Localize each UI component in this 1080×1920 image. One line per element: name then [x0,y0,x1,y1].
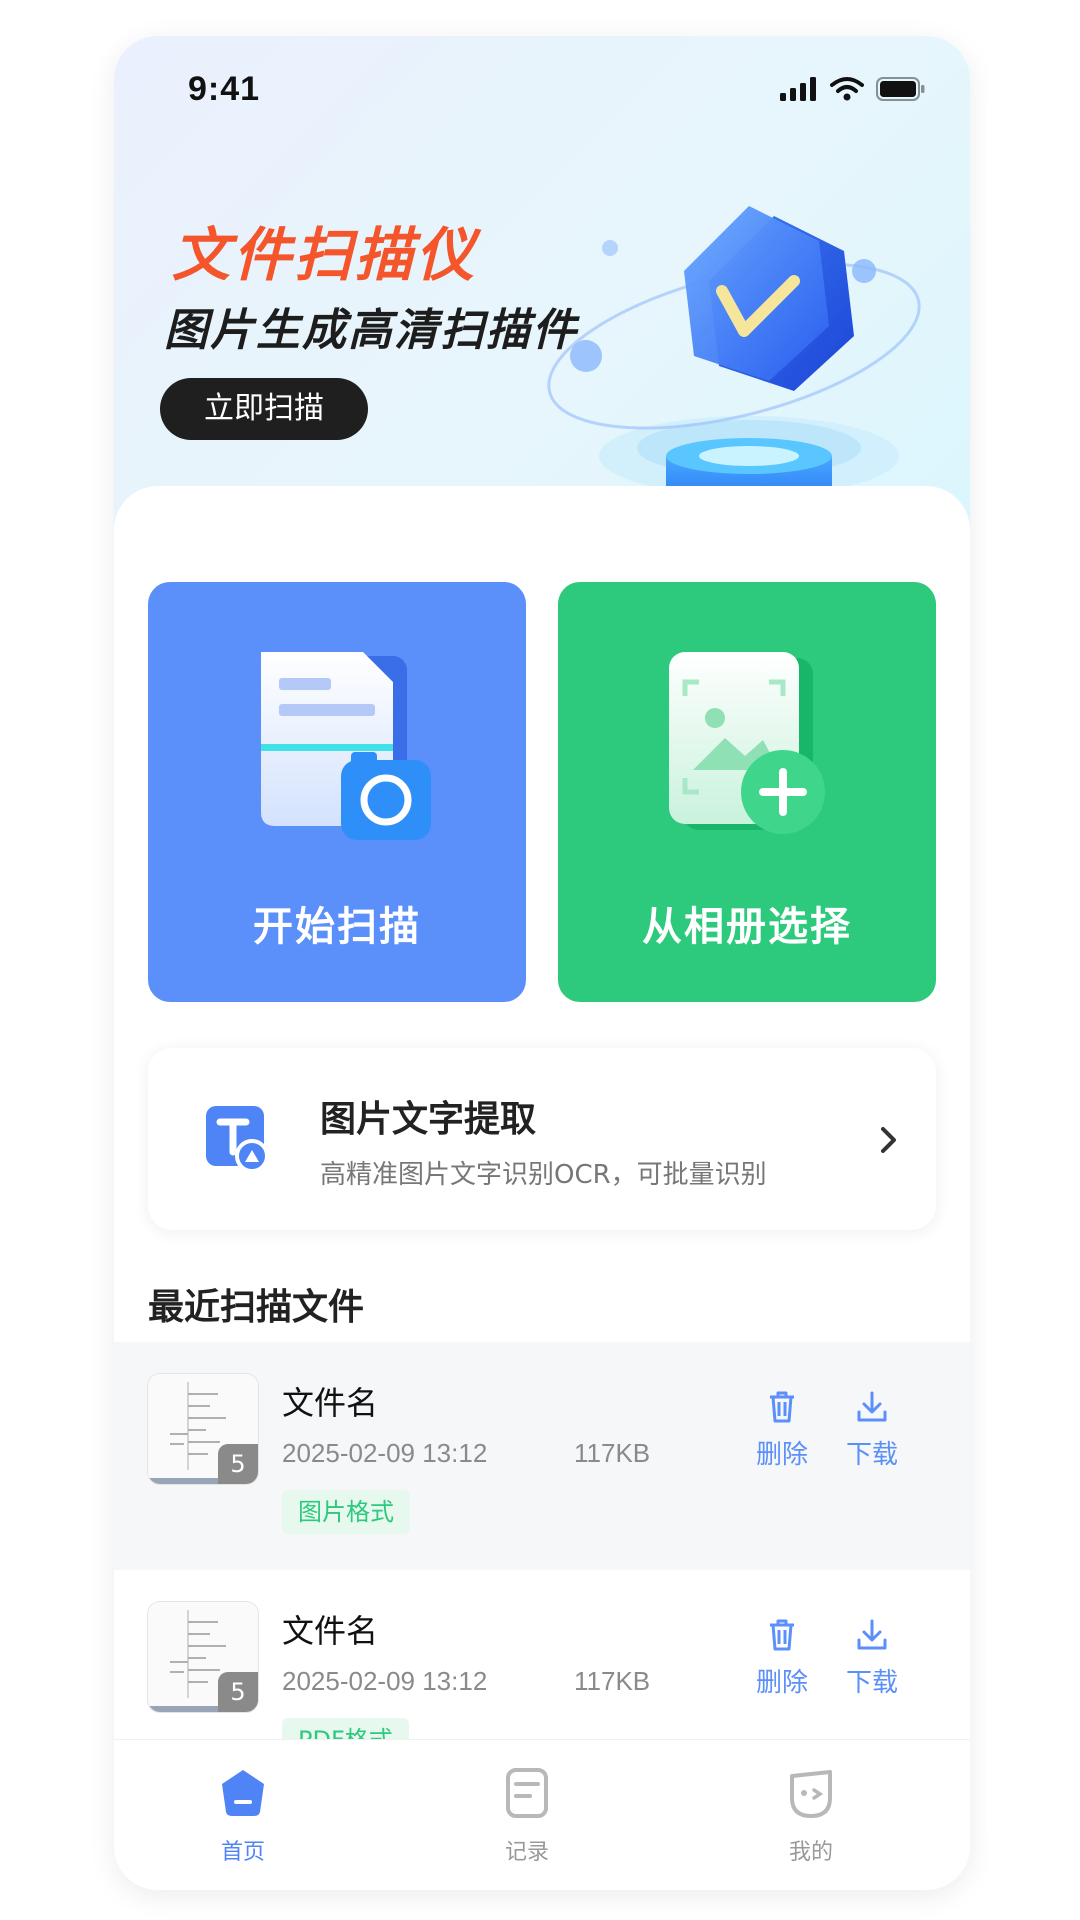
phone-screen: 9:41 文件扫描仪 图片生成高清扫描件 立即扫描 开始扫描 从相册选择 图片文… [114,36,970,1890]
download-button[interactable]: 下载 [837,1390,907,1471]
download-label: 下载 [845,1668,898,1698]
tab-home[interactable]: 首页 [183,1766,303,1866]
delete-label: 删除 [755,1440,808,1470]
start-scan-label: 开始扫描 [253,904,421,950]
tab-home-label: 首页 [220,1840,265,1865]
download-icon [857,1391,887,1422]
file-format-tag: 图片格式 [282,1490,410,1534]
hero-title: 文件扫描仪 [172,221,478,289]
ocr-title: 图片文字提取 [320,1099,537,1140]
ocr-description: 高精准图片文字识别OCR，可批量识别 [320,1160,767,1190]
delete-button[interactable]: 删除 [747,1618,817,1699]
download-icon [857,1619,887,1650]
file-name: 文件名 [282,1384,379,1422]
hero-subtitle: 图片生成高清扫描件 [164,305,578,356]
trash-icon [770,1619,794,1651]
text-extract-icon [206,1106,269,1172]
file-list-item[interactable]: 5 文件名 2025-02-09 13:12 117KB 图片格式 删除 下载 [114,1342,970,1570]
tab-mine-label: 我的 [788,1840,833,1865]
choose-album-label: 从相册选择 [642,904,852,950]
delete-label: 删除 [755,1668,808,1698]
tab-mine[interactable]: 我的 [751,1766,871,1866]
status-bar: 9:41 [114,36,970,146]
start-scan-tile[interactable]: 开始扫描 [148,582,526,1002]
hero-banner: 9:41 文件扫描仪 图片生成高清扫描件 立即扫描 [114,36,970,556]
file-size: 117KB [574,1438,651,1468]
shield-check-illustration [547,206,921,516]
image-add-icon [669,652,825,834]
trash-icon [770,1391,794,1423]
bottom-tab-bar: 首页 记录 我的 [114,1739,970,1890]
page-count-badge: 5 [218,1672,258,1712]
download-button[interactable]: 下载 [837,1618,907,1699]
tab-records[interactable]: 记录 [467,1766,587,1866]
file-date: 2025-02-09 13:12 [282,1438,488,1468]
page-count-badge: 5 [218,1444,258,1484]
chevron-right-icon [881,1127,896,1153]
signal-icon [780,77,816,101]
recent-files-title: 最近扫描文件 [148,1287,365,1328]
home-icon [222,1770,264,1816]
file-size: 117KB [574,1666,651,1696]
profile-icon [790,1770,832,1818]
records-icon [506,1768,548,1818]
file-thumbnail: 5 [148,1374,258,1484]
status-icons [780,76,926,102]
delete-button[interactable]: 删除 [747,1390,817,1471]
document-camera-icon [261,652,431,840]
status-time: 9:41 [188,70,261,108]
battery-icon [876,77,925,101]
tab-records-label: 记录 [504,1840,549,1865]
file-date: 2025-02-09 13:12 [282,1666,488,1696]
file-name: 文件名 [282,1612,379,1650]
ocr-extract-card[interactable]: 图片文字提取 高精准图片文字识别OCR，可批量识别 [148,1048,936,1230]
download-label: 下载 [845,1440,898,1470]
wifi-icon [830,77,864,101]
file-thumbnail: 5 [148,1602,258,1712]
scan-now-button[interactable]: 立即扫描 [160,378,368,440]
main-content: 开始扫描 从相册选择 图片文字提取 高精准图片文字识别OCR，可批量识别 最近扫… [114,486,970,1890]
choose-album-tile[interactable]: 从相册选择 [558,582,936,1002]
